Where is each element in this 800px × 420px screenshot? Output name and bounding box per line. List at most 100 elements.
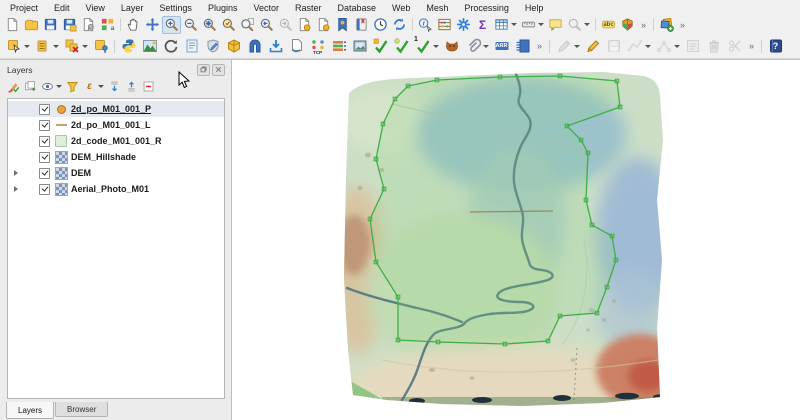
layer-checkbox[interactable] [39, 119, 50, 131]
layer-expand-slot[interactable] [11, 170, 20, 176]
layer-row[interactable]: 2d_po_M01_001_P [8, 101, 224, 117]
zoom-next-button[interactable] [276, 16, 295, 34]
select-features-by-value-dropdown-arrow[interactable] [53, 44, 59, 48]
layer-row[interactable]: DEM [8, 165, 224, 181]
vertex-tool-dropdown-arrow[interactable] [674, 44, 681, 48]
layer-name[interactable]: 2d_po_M01_001_P [71, 104, 151, 114]
project-new-button[interactable] [3, 16, 22, 34]
menu-database[interactable]: Database [330, 2, 385, 14]
refresh-map-button[interactable] [390, 16, 409, 34]
statistical-summary-button[interactable] [435, 16, 454, 34]
remove-layer-button[interactable] [140, 78, 157, 95]
deselect-features-dropdown-arrow[interactable] [82, 44, 88, 48]
layer-checkbox[interactable] [39, 167, 50, 179]
show-bookmarks-button[interactable] [352, 16, 371, 34]
plugin-style-check-button[interactable] [202, 36, 223, 56]
measure-line-dropdown-arrow[interactable] [538, 23, 544, 26]
layer-name[interactable]: DEM_Hillshade [71, 152, 136, 162]
layer-checkbox[interactable] [39, 135, 50, 147]
plugin-tcp-button[interactable]: TCP [307, 36, 328, 56]
project-save-button[interactable] [41, 16, 60, 34]
manage-layers-button[interactable] [657, 16, 676, 34]
delete-selected-button[interactable] [703, 36, 724, 56]
open-layer-styling-button[interactable] [5, 78, 22, 95]
new-spatial-bookmark-button[interactable] [333, 16, 352, 34]
attachments-button[interactable] [462, 36, 483, 56]
measure-line-button[interactable] [519, 16, 538, 34]
map-tips-button[interactable] [546, 16, 565, 34]
tab-layers[interactable]: Layers [6, 402, 55, 419]
menu-web[interactable]: Web [384, 2, 418, 14]
vertex-tool-button[interactable] [653, 36, 674, 56]
expand-all-button[interactable] [106, 78, 123, 95]
open-attribute-table-dropdown-arrow[interactable] [511, 23, 517, 26]
data-source-manager-button[interactable] [618, 16, 637, 34]
pan-map-button[interactable] [124, 16, 143, 34]
style-manager-button[interactable]: a [98, 16, 117, 34]
filter-by-expression-dropdown-arrow[interactable] [98, 85, 104, 88]
show-statistics-button[interactable]: Σ [473, 16, 492, 34]
zoom-to-selection-button[interactable] [219, 16, 238, 34]
plugin-box-button[interactable] [223, 36, 244, 56]
close-panel-button[interactable] [212, 63, 225, 76]
plugin-profile-stack-button[interactable] [328, 36, 349, 56]
layer-checkbox[interactable] [39, 183, 50, 195]
plugin-fox-button[interactable] [441, 36, 462, 56]
select-features-by-value-button[interactable] [32, 36, 53, 56]
float-panel-button[interactable] [197, 63, 210, 76]
temporal-controller-button[interactable] [371, 16, 390, 34]
layer-checkbox[interactable] [39, 103, 50, 115]
plugin-terrain-button[interactable] [139, 36, 160, 56]
project-save-as-button[interactable] [60, 16, 79, 34]
attachments-dropdown-arrow[interactable] [483, 44, 489, 48]
toolbar-overflow-chevron[interactable]: » [745, 41, 758, 51]
add-group-button[interactable] [22, 78, 39, 95]
check-digitizing-button[interactable] [370, 36, 391, 56]
layer-expand-slot[interactable] [11, 186, 20, 192]
menu-vector[interactable]: Vector [245, 2, 287, 14]
layer-name[interactable]: 2d_code_M01_001_R [71, 136, 162, 146]
menu-view[interactable]: View [78, 2, 113, 14]
plugin-download-button[interactable] [265, 36, 286, 56]
add-feature-dropdown-arrow[interactable] [645, 44, 652, 48]
layer-labeling-button[interactable]: abc [599, 16, 618, 34]
menu-processing[interactable]: Processing [456, 2, 517, 14]
layer-name[interactable]: DEM [71, 168, 91, 178]
manage-map-themes-dropdown-arrow[interactable] [56, 85, 62, 88]
cut-features-button[interactable] [724, 36, 745, 56]
layer-row[interactable]: Aerial_Photo_M01 [8, 181, 224, 197]
menu-mesh[interactable]: Mesh [418, 2, 456, 14]
select-features-button[interactable] [3, 36, 24, 56]
zoom-last-button[interactable] [257, 16, 276, 34]
layer-name[interactable]: 2d_po_M01_001_L [71, 120, 151, 130]
plugin-reload-button[interactable] [160, 36, 181, 56]
menu-project[interactable]: Project [2, 2, 46, 14]
processing-toolbox-button[interactable] [454, 16, 473, 34]
manage-map-themes-button[interactable] [39, 78, 56, 95]
check-topology-dropdown-arrow[interactable] [433, 44, 439, 48]
plugin-report-button[interactable] [512, 36, 533, 56]
plugin-arr-button[interactable]: ARR [491, 36, 512, 56]
current-edits-button[interactable] [553, 36, 574, 56]
current-edits-dropdown-arrow[interactable] [574, 44, 581, 48]
tab-browser[interactable]: Browser [55, 402, 109, 417]
layer-row[interactable]: 2d_po_M01_001_L [8, 117, 224, 133]
plugin-notes-button[interactable] [181, 36, 202, 56]
zoom-to-layer-button[interactable] [238, 16, 257, 34]
menu-layer[interactable]: Layer [113, 2, 152, 14]
locator-search-button[interactable] [565, 16, 584, 34]
menu-raster[interactable]: Raster [287, 2, 330, 14]
deselect-features-button[interactable] [61, 36, 82, 56]
layer-row[interactable]: 2d_code_M01_001_R [8, 133, 224, 149]
project-properties-button[interactable] [79, 16, 98, 34]
select-features-dropdown-arrow[interactable] [24, 44, 30, 48]
new-3d-map-view-button[interactable] [314, 16, 333, 34]
toggle-editing-button[interactable] [582, 36, 603, 56]
check-review-button[interactable] [391, 36, 412, 56]
toolbar-overflow-chevron[interactable]: » [533, 41, 546, 51]
plugin-screenshot-button[interactable] [349, 36, 370, 56]
layer-row[interactable]: DEM_Hillshade [8, 149, 224, 165]
add-feature-button[interactable] [624, 36, 645, 56]
python-console-button[interactable] [118, 36, 139, 56]
new-map-view-button[interactable] [295, 16, 314, 34]
